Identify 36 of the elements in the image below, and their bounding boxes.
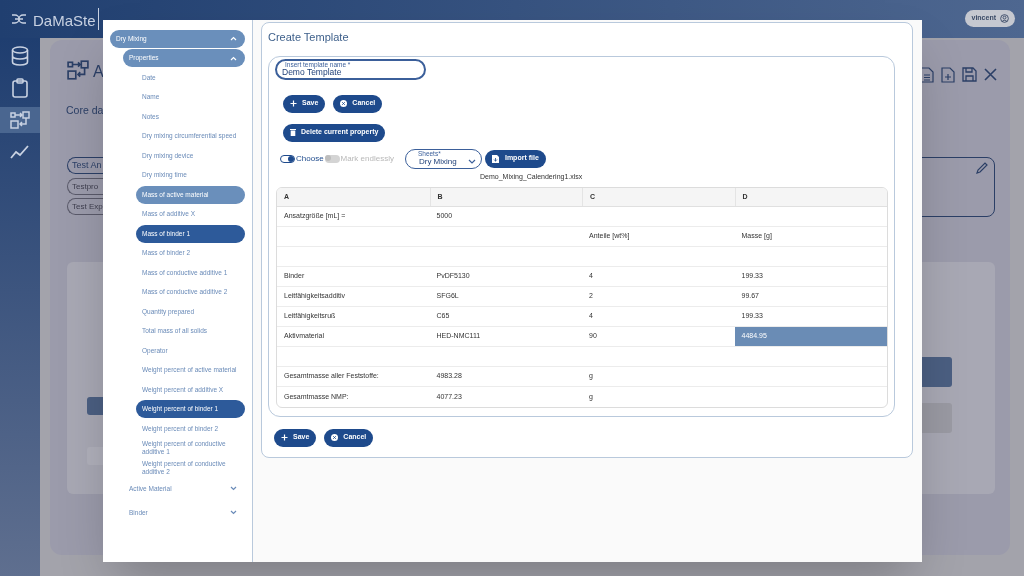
toggle-label: Mark endlessly bbox=[340, 152, 394, 165]
chevron-down-icon bbox=[230, 486, 237, 491]
app-logo: DaMaSte bbox=[33, 11, 96, 31]
logo-icon bbox=[11, 14, 27, 24]
chevron-down-icon bbox=[467, 158, 476, 164]
workflow-node bbox=[87, 397, 103, 415]
document-icon[interactable] bbox=[920, 67, 934, 83]
plus-icon bbox=[281, 434, 288, 441]
flow-diagram-icon bbox=[67, 60, 89, 80]
dialog-title: Create Template bbox=[268, 30, 350, 45]
toggle-switch[interactable] bbox=[280, 154, 295, 163]
toggle-label: Choose bbox=[296, 152, 324, 165]
plus-icon bbox=[290, 100, 297, 107]
line-chart-icon bbox=[10, 145, 30, 159]
section-title: Core da bbox=[66, 103, 104, 118]
workflow-node bbox=[920, 357, 952, 387]
chevron-down-icon bbox=[230, 510, 237, 515]
chevron-up-icon bbox=[230, 55, 237, 61]
file-icon bbox=[491, 154, 499, 163]
add-document-icon[interactable] bbox=[941, 67, 955, 83]
workflow-node bbox=[920, 403, 952, 433]
flow-diagram-icon bbox=[10, 111, 30, 129]
page-title: A bbox=[93, 62, 104, 82]
close-icon[interactable] bbox=[984, 68, 997, 81]
cancel-icon bbox=[340, 100, 348, 107]
toggle-switch[interactable] bbox=[324, 154, 340, 163]
clipboard-icon bbox=[12, 78, 28, 98]
nav-item[interactable] bbox=[0, 107, 40, 133]
user-icon bbox=[1000, 14, 1009, 23]
save-icon[interactable] bbox=[962, 67, 977, 82]
workflow-node bbox=[87, 447, 103, 465]
database-icon bbox=[11, 46, 29, 66]
trash-icon bbox=[290, 129, 296, 136]
edit-icon[interactable] bbox=[976, 162, 988, 174]
cancel-icon bbox=[331, 434, 339, 441]
chevron-up-icon bbox=[230, 36, 237, 41]
